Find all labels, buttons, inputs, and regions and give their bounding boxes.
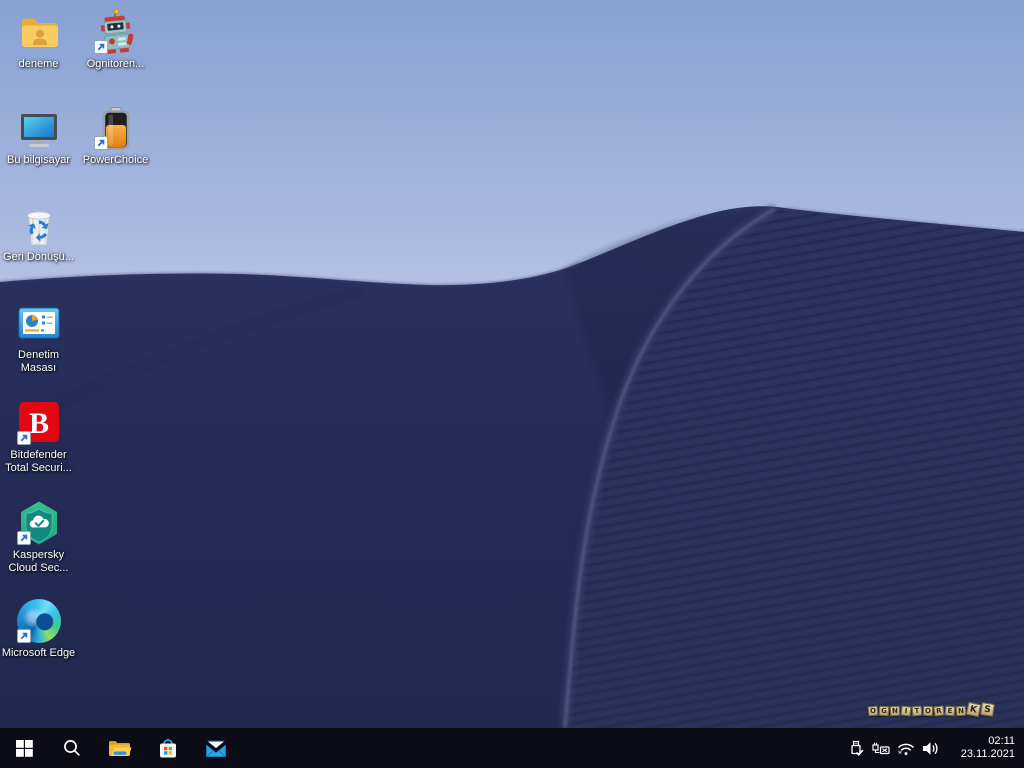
watermark-tile: T [911, 705, 923, 717]
shortcut-arrow-icon [93, 136, 108, 150]
system-tray: * 02:11 23.11.2021 [843, 728, 1024, 768]
desktop-icon-control-panel[interactable]: Denetim Masası [0, 299, 77, 375]
store-icon [160, 739, 176, 758]
shortcut-arrow-icon [93, 40, 108, 54]
file-explorer-button[interactable] [96, 728, 144, 768]
icon-label: Bu bilgisayar [7, 154, 70, 166]
watermark-tile: R [933, 705, 945, 717]
search-icon [64, 740, 80, 756]
this-pc-monitor-icon [20, 114, 57, 147]
icon-label: Denetim Masası [18, 349, 59, 374]
search-button[interactable] [48, 728, 96, 768]
icon-label: deneme [18, 58, 59, 70]
usb-safely-remove-icon[interactable] [843, 728, 868, 768]
watermark-tile: G [878, 705, 890, 717]
store-button[interactable] [144, 728, 192, 768]
volume-icon[interactable] [918, 728, 943, 768]
icon-label: PowerChoice [82, 154, 149, 166]
watermark-tile: O [922, 705, 934, 717]
shortcut-arrow-icon [16, 629, 31, 643]
start-button[interactable] [0, 728, 48, 768]
desktop-icon-deneme[interactable]: deneme [0, 8, 77, 71]
wifi-icon[interactable]: * [893, 728, 918, 768]
desktop-icon-kaspersky[interactable]: Kaspersky Cloud Sec... [0, 499, 77, 575]
shortcut-arrow-icon [16, 531, 31, 545]
mail-icon [205, 740, 227, 757]
windows-logo-icon [15, 739, 33, 757]
mail-button[interactable] [192, 728, 240, 768]
clock-time: 02:11 [988, 735, 1015, 747]
shortcut-arrow-icon [16, 431, 31, 445]
watermark-tile: O [867, 705, 879, 717]
desktop-icon-edge[interactable]: Microsoft Edge [0, 597, 77, 660]
desktop-icon-powerchoice[interactable]: PowerChoice [77, 104, 154, 167]
user-folder-icon [21, 18, 58, 47]
icon-label: Microsoft Edge [1, 647, 76, 659]
desktop: deneme Ognitoren... Bu bilgisayar PowerC… [0, 0, 1024, 768]
control-panel-icon [18, 307, 59, 339]
watermark-tile: I [900, 705, 912, 717]
taskbar-clock[interactable]: 02:11 23.11.2021 [943, 735, 1024, 761]
watermark-tile: K [965, 701, 982, 718]
recycle-bin-icon [26, 211, 51, 246]
svg-text:*: * [898, 749, 902, 757]
taskbar: * 02:11 23.11.2021 [0, 728, 1024, 768]
watermark-tile: S [980, 702, 995, 717]
desktop-icon-bitdefender[interactable]: B Bitdefender Total Securi... [0, 399, 77, 475]
icon-label: Geri Dönüşü... [3, 251, 74, 263]
icon-label: Kaspersky Cloud Sec... [8, 549, 69, 574]
icon-label: Bitdefender Total Securi... [5, 449, 72, 474]
icon-label: Ognitoren... [86, 58, 145, 70]
clock-date: 23.11.2021 [960, 748, 1015, 760]
svg-text:B: B [28, 407, 48, 440]
file-explorer-icon [109, 741, 132, 756]
ethernet-disconnected-icon[interactable] [868, 728, 893, 768]
desktop-icon-bu-bilgisayar[interactable]: Bu bilgisayar [0, 104, 77, 167]
desktop-icon-ognitoren[interactable]: Ognitoren... [77, 8, 154, 71]
watermark-tile: E [944, 705, 956, 717]
watermark-tile: N [955, 705, 967, 717]
watermark-tiles: OGNITORENKS [867, 701, 995, 718]
desktop-icon-recycle-bin[interactable]: Geri Dönüşü... [0, 201, 77, 264]
watermark-tile: N [889, 705, 901, 717]
taskbar-empty-area [240, 728, 843, 768]
